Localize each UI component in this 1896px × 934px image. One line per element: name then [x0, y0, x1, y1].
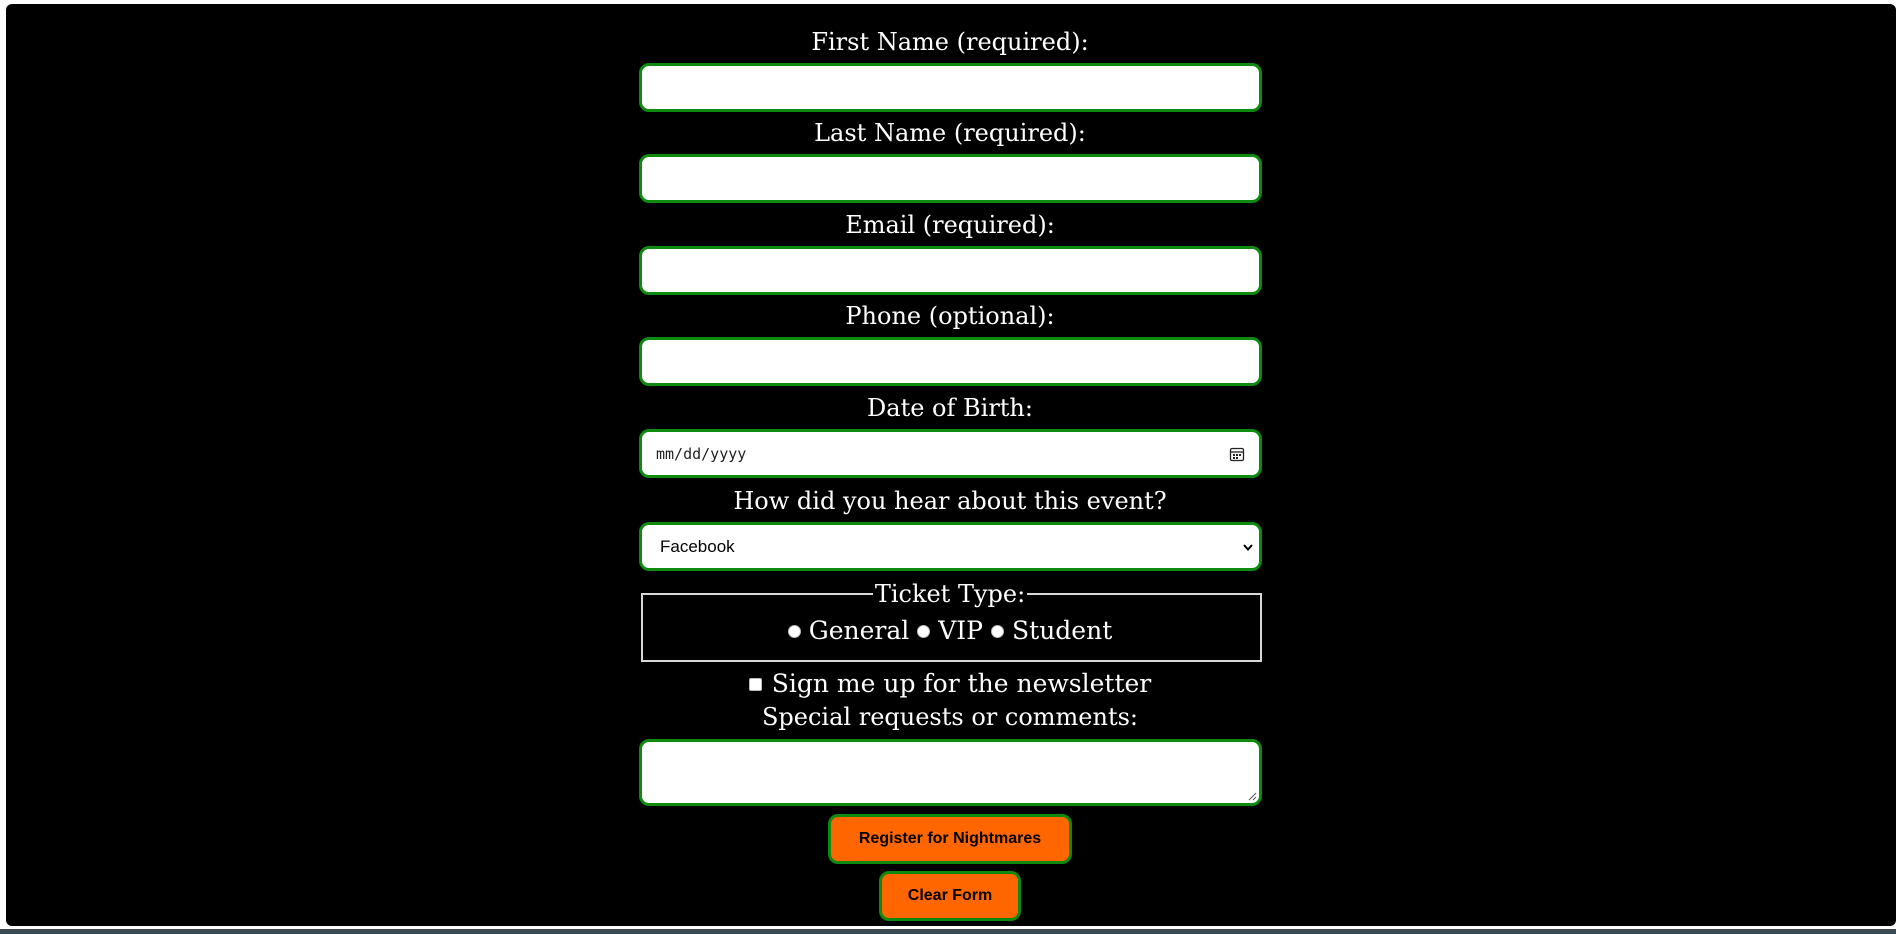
radio-vip[interactable] [917, 624, 931, 638]
email-field[interactable] [639, 246, 1262, 295]
register-button[interactable]: Register for Nightmares [828, 814, 1072, 864]
dob-label: Date of Birth: [867, 394, 1033, 422]
resize-handle-icon[interactable] [1248, 792, 1257, 801]
newsletter-checkbox[interactable] [748, 677, 762, 691]
ticket-option-student-label: Student [1012, 616, 1113, 645]
phone-field[interactable] [639, 337, 1262, 386]
last-name-label: Last Name (required): [814, 119, 1086, 147]
newsletter-row: Sign me up for the newsletter [638, 670, 1262, 698]
ticket-option-student[interactable]: Student [991, 617, 1112, 645]
ticket-option-general-label: General [808, 616, 910, 645]
calendar-icon[interactable] [1229, 446, 1245, 462]
radio-general[interactable] [787, 624, 801, 638]
last-name-field[interactable] [639, 154, 1262, 203]
comments-label: Special requests or comments: [761, 703, 1138, 731]
ticket-type-options: General VIP Student [638, 617, 1262, 645]
ticket-option-vip-label: VIP [938, 616, 984, 645]
ticket-option-general[interactable]: General [787, 616, 910, 645]
first-name-field[interactable] [639, 63, 1262, 112]
clear-form-button[interactable]: Clear Form [879, 871, 1021, 921]
source-selected-value: Facebook [660, 536, 735, 556]
comments-textarea[interactable] [639, 739, 1262, 806]
newsletter-label: Sign me up for the newsletter [771, 669, 1152, 698]
window-bottom-bar [0, 929, 1896, 934]
chevron-down-icon [1243, 543, 1253, 551]
first-name-label: First Name (required): [811, 28, 1089, 56]
email-label: Email (required): [845, 211, 1055, 239]
dob-placeholder: mm/dd/yyyy [656, 444, 747, 463]
dob-field[interactable]: mm/dd/yyyy [639, 429, 1262, 478]
source-label: How did you hear about this event? [733, 487, 1167, 515]
ticket-option-vip[interactable]: VIP [917, 617, 983, 645]
source-select[interactable]: Facebook [639, 522, 1262, 571]
radio-student[interactable] [991, 624, 1005, 638]
ticket-type-legend: Ticket Type: [872, 580, 1028, 608]
phone-label: Phone (optional): [845, 302, 1055, 330]
